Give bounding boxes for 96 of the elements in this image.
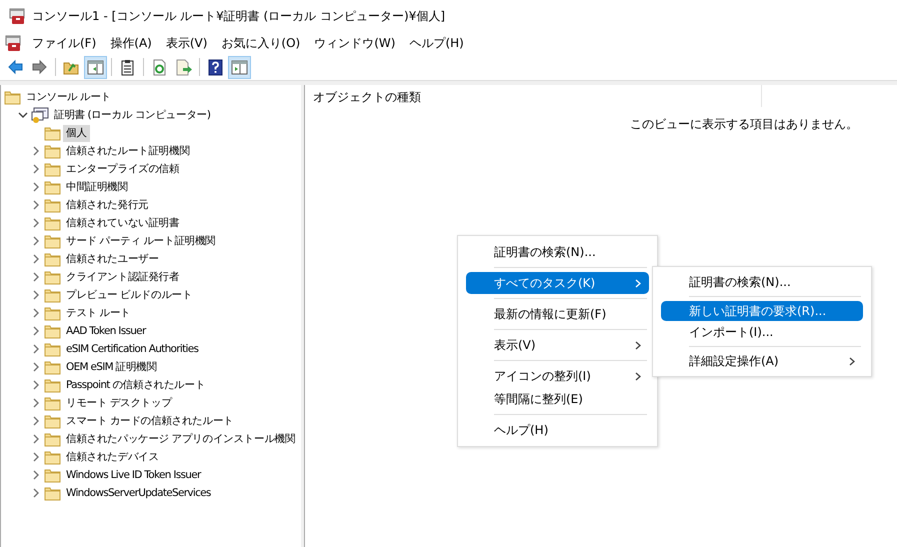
collapsed-chevron-icon[interactable] xyxy=(31,488,41,498)
refresh-icon[interactable] xyxy=(151,58,168,76)
collapsed-chevron-icon[interactable] xyxy=(31,470,41,480)
tree-item[interactable]: 信頼されたルート証明機関 xyxy=(63,142,193,160)
collapsed-chevron-icon[interactable] xyxy=(31,218,41,228)
folder-icon xyxy=(44,467,61,483)
folder-icon xyxy=(44,143,61,159)
back-arrow-icon[interactable] xyxy=(7,58,24,76)
collapsed-chevron-icon[interactable] xyxy=(31,182,41,192)
tree-item[interactable]: eSIM Certification Authorities xyxy=(63,340,202,358)
folder-icon xyxy=(44,359,61,375)
collapsed-chevron-icon[interactable] xyxy=(31,236,41,246)
tree-item[interactable]: 証明書 (ローカル コンピューター) xyxy=(51,106,214,124)
collapsed-chevron-icon[interactable] xyxy=(31,434,41,444)
window-title: コンソール1 - [コンソール ルート¥証明書 (ローカル コンピューター)¥個人] xyxy=(32,8,446,24)
folder-icon xyxy=(44,485,61,501)
folder-icon xyxy=(44,161,61,177)
folder-icon xyxy=(44,431,61,447)
collapsed-chevron-icon[interactable] xyxy=(31,416,41,426)
menu-item[interactable]: 証明書の検索(N)... xyxy=(466,241,649,263)
collapsed-chevron-icon[interactable] xyxy=(31,308,41,318)
menu-item[interactable]: 表示(V) xyxy=(466,334,649,356)
console-app-icon xyxy=(8,8,26,24)
folder-icon xyxy=(44,125,61,141)
collapsed-chevron-icon[interactable] xyxy=(31,380,41,390)
tree-item[interactable]: WindowsServerUpdateServices xyxy=(63,484,214,502)
menu-item[interactable]: お気に入り(O) xyxy=(217,32,308,54)
collapsed-chevron-icon[interactable] xyxy=(31,290,41,300)
tree-item[interactable]: クライアント認証発行者 xyxy=(63,268,182,286)
collapsed-chevron-icon[interactable] xyxy=(31,254,41,264)
folder-icon xyxy=(44,377,61,393)
tree-item[interactable]: 信頼された発行元 xyxy=(63,196,152,214)
collapsed-chevron-icon[interactable] xyxy=(31,398,41,408)
folder-icon xyxy=(44,215,61,231)
menu-item[interactable]: インポート(I)... xyxy=(661,322,863,342)
tree-item[interactable]: OEM eSIM 証明機関 xyxy=(63,358,160,376)
tree-item[interactable]: Passpoint の信頼されたルート xyxy=(63,376,208,394)
tree-item[interactable]: Windows Live ID Token Issuer xyxy=(63,466,204,484)
tree-item[interactable]: リモート デスクトップ xyxy=(63,394,175,412)
collapsed-chevron-icon[interactable] xyxy=(31,344,41,354)
tree-item[interactable]: テスト ルート xyxy=(63,304,134,322)
menu-item[interactable]: 新しい証明書の要求(R)... xyxy=(661,301,863,321)
tree-item[interactable]: エンタープライズの信頼 xyxy=(63,160,182,178)
collapsed-chevron-icon[interactable] xyxy=(31,326,41,336)
folder-icon xyxy=(44,269,61,285)
menu-item[interactable]: 証明書の検索(N)... xyxy=(661,272,863,292)
collapsed-chevron-icon[interactable] xyxy=(31,200,41,210)
tree-item[interactable]: 信頼されたパッケージ アプリのインストール機関 xyxy=(63,430,298,448)
console-tree-icon[interactable] xyxy=(87,58,104,76)
tree-item[interactable]: スマート カードの信頼されたルート xyxy=(63,412,236,430)
menu-item[interactable]: ヘルプ(H) xyxy=(405,32,472,54)
certificate-icon xyxy=(31,107,49,123)
export-list-icon[interactable] xyxy=(175,58,192,76)
empty-message: このビューに表示する項目はありません。 xyxy=(630,116,859,133)
menu-item[interactable]: 最新の情報に更新(F) xyxy=(466,303,649,325)
console-app-icon[interactable] xyxy=(4,34,22,52)
menu-item[interactable]: ファイル(F) xyxy=(28,32,104,54)
clipboard-icon[interactable] xyxy=(119,58,136,76)
collapsed-chevron-icon[interactable] xyxy=(31,146,41,156)
menu-item[interactable]: 詳細設定操作(A) xyxy=(661,351,863,371)
folder-icon xyxy=(44,197,61,213)
menu-item[interactable]: 等間隔に整列(E) xyxy=(466,388,649,410)
tree-item[interactable]: 信頼されていない証明書 xyxy=(63,214,182,232)
menu-item[interactable]: ヘルプ(H) xyxy=(466,419,649,441)
collapsed-chevron-icon[interactable] xyxy=(31,272,41,282)
folder-icon xyxy=(44,251,61,267)
tree-item[interactable]: 信頼されたデバイス xyxy=(63,448,162,466)
collapsed-chevron-icon[interactable] xyxy=(31,164,41,174)
forward-arrow-icon[interactable] xyxy=(31,58,48,76)
expanded-chevron-icon[interactable] xyxy=(18,110,28,120)
tree-item[interactable]: 個人 xyxy=(63,124,90,142)
folder-icon xyxy=(44,323,61,339)
tree-item[interactable]: サード パーティ ルート証明機関 xyxy=(63,232,218,250)
collapsed-chevron-icon[interactable] xyxy=(31,452,41,462)
folder-icon xyxy=(44,179,61,195)
menu-item[interactable]: 操作(A) xyxy=(106,32,160,54)
folder-icon xyxy=(44,413,61,429)
menu-item[interactable]: アイコンの整列(I) xyxy=(466,365,649,387)
menu-item[interactable]: ウィンドウ(W) xyxy=(310,32,404,54)
column-header[interactable]: オブジェクトの種類 xyxy=(305,85,762,107)
tree-item[interactable]: コンソール ルート xyxy=(23,88,114,106)
folder-icon xyxy=(4,89,21,105)
tree-item[interactable]: 信頼されたユーザー xyxy=(63,250,162,268)
folder-icon xyxy=(44,395,61,411)
tree-item[interactable]: AAD Token Issuer xyxy=(63,322,149,340)
collapsed-chevron-icon[interactable] xyxy=(31,362,41,372)
folder-icon xyxy=(44,287,61,303)
folder-icon xyxy=(44,233,61,249)
menu-item[interactable]: すべてのタスク(K) xyxy=(466,272,649,294)
folder-icon xyxy=(44,305,61,321)
action-pane-icon[interactable] xyxy=(231,58,248,76)
folder-icon xyxy=(44,341,61,357)
folder-icon xyxy=(44,449,61,465)
tree-item[interactable]: 中間証明機関 xyxy=(63,178,131,196)
tree-item[interactable]: プレビュー ビルドのルート xyxy=(63,286,196,304)
menu-item[interactable]: 表示(V) xyxy=(162,32,216,54)
